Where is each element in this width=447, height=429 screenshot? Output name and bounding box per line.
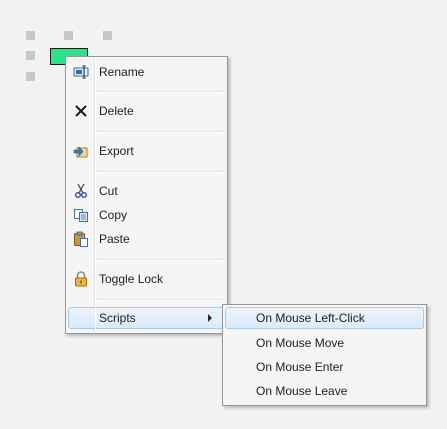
- menu-item-label: Copy: [99, 208, 128, 222]
- submenu-item-label: On Mouse Leave: [256, 384, 348, 398]
- menu-separator: [97, 171, 223, 173]
- menu-item-label: Toggle Lock: [99, 272, 164, 286]
- cut-icon: [73, 183, 89, 199]
- copy-icon: [73, 207, 89, 223]
- menu-item-delete[interactable]: Delete: [68, 100, 225, 122]
- scripts-submenu: On Mouse Left-Click On Mouse Move On Mou…: [222, 304, 427, 406]
- menu-item-paste[interactable]: Paste: [68, 228, 225, 250]
- resize-handle-bottom-left[interactable]: [26, 72, 35, 81]
- resize-handle-top-center[interactable]: [64, 31, 73, 40]
- resize-handle-top-left[interactable]: [26, 31, 35, 40]
- resize-handle-top-right[interactable]: [103, 31, 112, 40]
- submenu-item-on-mouse-leave[interactable]: On Mouse Leave: [225, 380, 424, 402]
- delete-icon: [73, 103, 89, 119]
- submenu-item-on-mouse-left-click[interactable]: On Mouse Left-Click: [225, 307, 424, 329]
- menu-item-label: Rename: [99, 65, 145, 79]
- menu-item-scripts[interactable]: Scripts: [68, 307, 225, 329]
- menu-item-copy[interactable]: Copy: [68, 204, 225, 226]
- menu-item-label: Paste: [99, 232, 130, 246]
- menu-item-rename[interactable]: Rename: [68, 61, 225, 83]
- context-menu: Rename Delete Export Cut Copy Paste Togg…: [65, 56, 228, 334]
- lock-icon: [73, 271, 89, 287]
- menu-item-toggle-lock[interactable]: Toggle Lock: [68, 268, 225, 290]
- menu-item-label: Export: [99, 144, 134, 158]
- resize-handle-middle-left[interactable]: [26, 51, 35, 60]
- submenu-item-on-mouse-enter[interactable]: On Mouse Enter: [225, 356, 424, 378]
- menu-item-cut[interactable]: Cut: [68, 180, 225, 202]
- menu-separator: [97, 299, 223, 301]
- menu-item-label: Delete: [99, 104, 134, 118]
- submenu-arrow-icon: [208, 314, 212, 322]
- menu-item-label: Scripts: [99, 311, 136, 325]
- menu-separator: [97, 91, 223, 93]
- menu-item-label: Cut: [99, 184, 118, 198]
- design-canvas[interactable]: Rename Delete Export Cut Copy Paste Togg…: [0, 0, 447, 429]
- submenu-item-label: On Mouse Move: [256, 336, 345, 350]
- paste-icon: [73, 231, 89, 247]
- export-icon: [73, 143, 89, 159]
- submenu-item-label: On Mouse Left-Click: [256, 311, 365, 325]
- menu-separator: [97, 131, 223, 133]
- rename-icon: [73, 64, 89, 80]
- submenu-item-label: On Mouse Enter: [256, 360, 344, 374]
- menu-item-export[interactable]: Export: [68, 140, 225, 162]
- menu-separator: [97, 259, 223, 261]
- submenu-item-on-mouse-move[interactable]: On Mouse Move: [225, 332, 424, 354]
